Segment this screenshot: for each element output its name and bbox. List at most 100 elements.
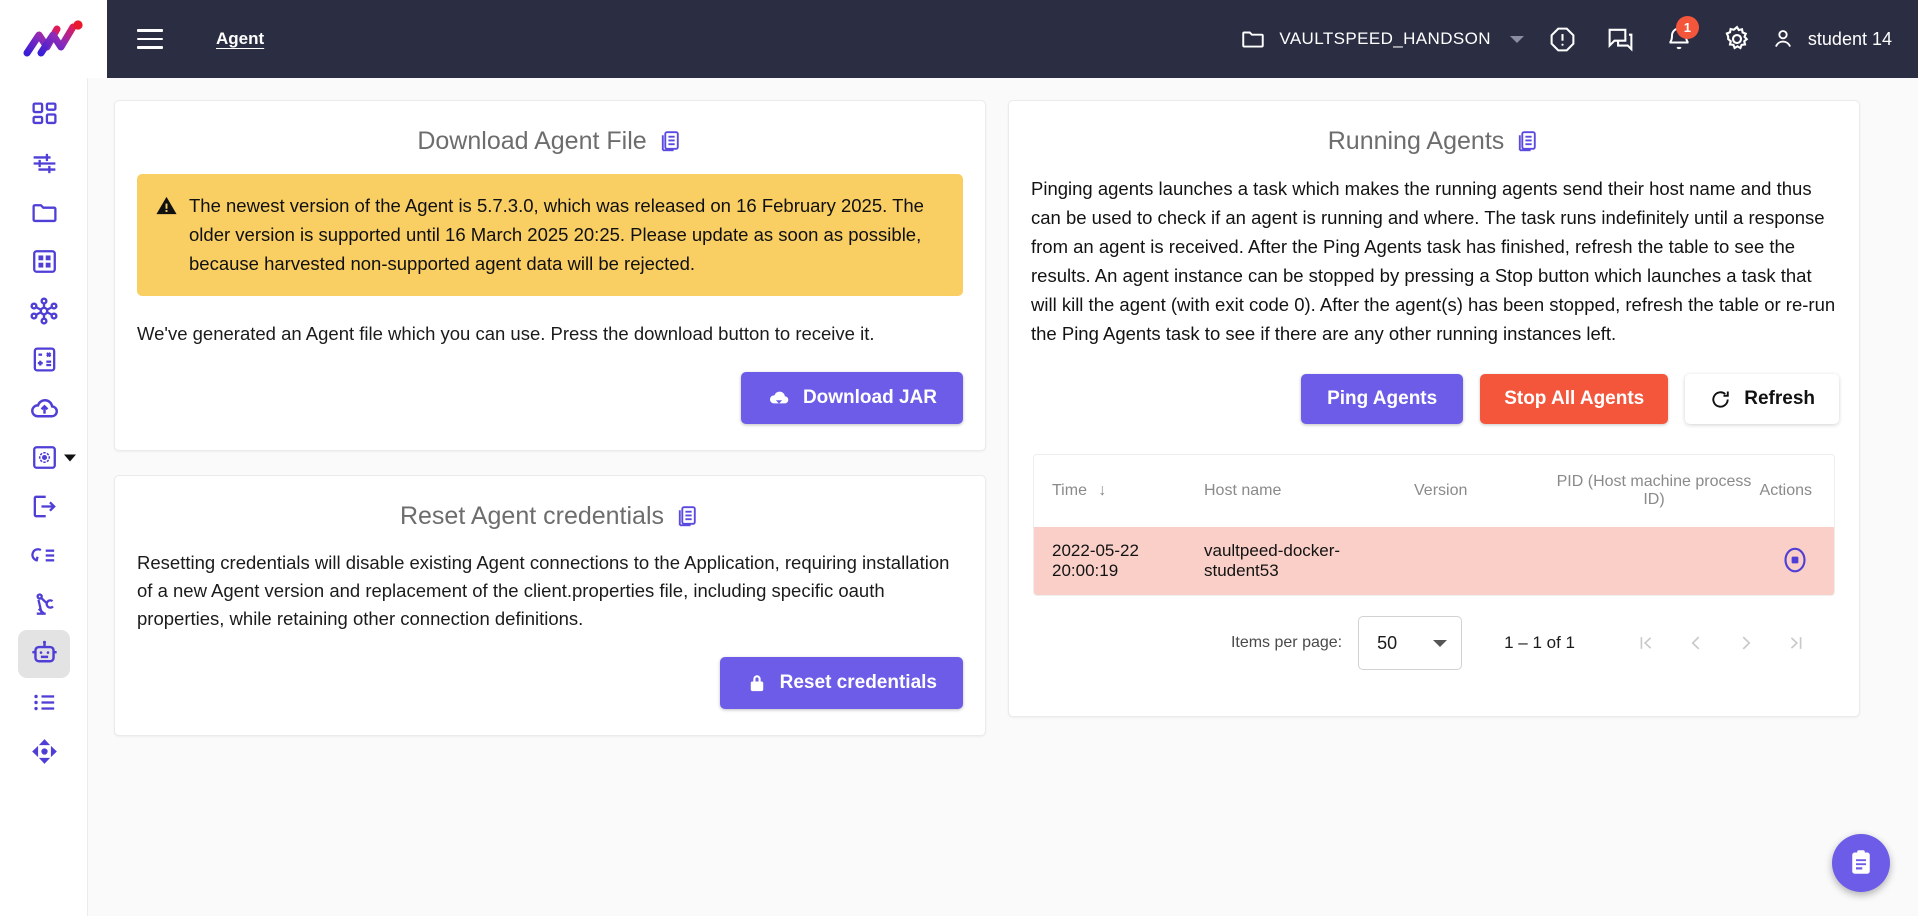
sidebar-item-admin[interactable] bbox=[0, 433, 88, 482]
project-selector[interactable]: VAULTSPEED_HANDSON bbox=[1230, 26, 1534, 52]
items-per-page-select[interactable]: 50 bbox=[1358, 616, 1463, 670]
gear-icon bbox=[1725, 25, 1749, 50]
agent-version-warning: The newest version of the Agent is 5.7.3… bbox=[137, 174, 963, 296]
sidebar-item-deployments[interactable] bbox=[0, 384, 88, 433]
sidebar-item-export[interactable] bbox=[0, 482, 88, 531]
ping-agents-button[interactable]: Ping Agents bbox=[1301, 374, 1464, 424]
sidebar bbox=[0, 78, 88, 916]
sidebar-item-logs[interactable] bbox=[0, 678, 88, 727]
sidebar-item-tables[interactable] bbox=[0, 237, 88, 286]
hamburger-menu-icon[interactable] bbox=[129, 18, 171, 60]
ping-agents-label: Ping Agents bbox=[1327, 388, 1438, 409]
move-arrows-icon bbox=[31, 739, 57, 764]
top-bar: Agent VAULTSPEED_HANDSON 1 student 14 bbox=[0, 0, 1918, 78]
download-card-title-text: Download Agent File bbox=[417, 127, 647, 155]
running-agents-body: Pinging agents launches a task which mak… bbox=[1009, 174, 1859, 716]
table-row[interactable]: 2022-05-22 20:00:19 vaultpeed-docker-stu… bbox=[1034, 527, 1834, 595]
column-header-actions: Actions bbox=[1759, 482, 1812, 499]
sidebar-item-task-list[interactable] bbox=[0, 531, 88, 580]
table-header-row: Time ↓ Host name Version PID (Host machi… bbox=[1034, 455, 1834, 527]
document-info-icon[interactable] bbox=[658, 129, 683, 154]
sidebar-item-data-vault[interactable] bbox=[0, 286, 88, 335]
top-bar-content: Agent VAULTSPEED_HANDSON 1 student 14 bbox=[107, 0, 1918, 78]
project-name: VAULTSPEED_HANDSON bbox=[1279, 29, 1491, 48]
items-per-page-label: Items per page: bbox=[1230, 634, 1343, 651]
download-agent-file-card: Download Agent File The newest version o… bbox=[114, 100, 986, 451]
robot-arm-icon bbox=[35, 593, 54, 615]
running-agents-table-wrapper: Time ↓ Host name Version PID (Host machi… bbox=[1033, 454, 1835, 596]
chat-icon bbox=[1609, 28, 1633, 52]
chevron-down-icon[interactable] bbox=[64, 454, 76, 461]
user-name: student 14 bbox=[1807, 28, 1892, 49]
sidebar-item-calculations[interactable] bbox=[0, 335, 88, 384]
alerts-button[interactable] bbox=[1534, 10, 1592, 68]
calculator-icon bbox=[33, 347, 55, 372]
stop-all-agents-button[interactable]: Stop All Agents bbox=[1480, 374, 1669, 424]
previous-page-button[interactable] bbox=[1671, 621, 1721, 665]
table-paginator: Items per page: 50 1 – 1 of 1 bbox=[1023, 596, 1845, 694]
sidebar-item-dashboard[interactable] bbox=[0, 90, 88, 139]
download-button-row: Download JAR bbox=[137, 372, 963, 424]
sidebar-item-automation[interactable] bbox=[0, 580, 88, 629]
document-info-icon[interactable] bbox=[1515, 129, 1540, 154]
cell-version bbox=[1414, 527, 1554, 595]
sidebar-item-agent[interactable] bbox=[0, 629, 88, 678]
app-logo[interactable] bbox=[0, 0, 107, 78]
last-page-button[interactable] bbox=[1771, 621, 1821, 665]
document-info-icon[interactable] bbox=[675, 504, 700, 529]
sort-descending-icon: ↓ bbox=[1098, 482, 1107, 499]
sidebar-item-configuration[interactable] bbox=[0, 139, 88, 188]
nav-title-agent[interactable]: Agent bbox=[216, 29, 264, 49]
reset-card-title-text: Reset Agent credentials bbox=[399, 502, 665, 530]
folder-icon bbox=[1242, 31, 1265, 48]
dashboard-grid-icon bbox=[31, 102, 57, 125]
prev-page-icon bbox=[1691, 636, 1700, 650]
main-content: Download Agent File The newest version o… bbox=[88, 78, 1918, 916]
notifications-button[interactable]: 1 bbox=[1650, 10, 1708, 68]
reset-credentials-label: Reset credentials bbox=[779, 672, 937, 693]
cell-time: 2022-05-22 20:00:19 bbox=[1052, 541, 1139, 580]
running-agents-table: Time ↓ Host name Version PID (Host machi… bbox=[1034, 455, 1834, 595]
stop-circle-icon bbox=[1784, 547, 1806, 572]
reset-instructions: Resetting credentials will disable exist… bbox=[137, 552, 950, 629]
column-header-host[interactable]: Host name bbox=[1204, 455, 1414, 527]
refresh-button[interactable]: Refresh bbox=[1685, 374, 1839, 424]
left-column: Download Agent File The newest version o… bbox=[114, 100, 986, 736]
sidebar-item-migrations[interactable] bbox=[0, 727, 88, 776]
column-header-time-label: Time bbox=[1052, 482, 1087, 499]
task-list-fab[interactable] bbox=[1832, 834, 1890, 892]
person-icon bbox=[1775, 30, 1791, 47]
cell-pid bbox=[1554, 527, 1754, 595]
running-agents-card: Running Agents Pinging agents launches a… bbox=[1008, 100, 1860, 717]
user-menu[interactable]: student 14 bbox=[1766, 26, 1892, 52]
column-header-version[interactable]: Version bbox=[1414, 455, 1554, 527]
next-page-icon bbox=[1742, 636, 1751, 650]
chevron-down-icon bbox=[1509, 35, 1524, 43]
download-jar-button[interactable]: Download JAR bbox=[740, 372, 963, 424]
running-agents-actions: Ping Agents Stop All Agents Refresh bbox=[1023, 374, 1845, 424]
export-arrow-icon bbox=[33, 495, 56, 518]
column-header-time[interactable]: Time ↓ bbox=[1034, 455, 1204, 527]
refresh-list-icon bbox=[30, 548, 54, 562]
warning-triangle-icon bbox=[156, 196, 177, 215]
first-page-button[interactable] bbox=[1621, 621, 1671, 665]
settings-button[interactable] bbox=[1708, 10, 1766, 68]
cloud-download-icon bbox=[769, 391, 789, 404]
chat-button[interactable] bbox=[1592, 10, 1650, 68]
sliders-icon bbox=[33, 153, 55, 174]
download-card-title: Download Agent File bbox=[115, 101, 985, 174]
reset-credentials-button[interactable]: Reset credentials bbox=[719, 657, 963, 709]
cloud-upload-icon bbox=[30, 399, 58, 418]
next-page-button[interactable] bbox=[1721, 621, 1771, 665]
page-range-label: 1 – 1 of 1 bbox=[1504, 633, 1575, 652]
sidebar-item-projects[interactable] bbox=[0, 188, 88, 237]
right-column: Running Agents Pinging agents launches a… bbox=[1008, 100, 1860, 717]
reset-agent-credentials-card: Reset Agent credentials Resetting creden… bbox=[114, 475, 986, 736]
refresh-icon bbox=[1712, 390, 1729, 408]
column-header-pid[interactable]: PID (Host machine process ID) bbox=[1554, 455, 1754, 527]
agent-robot-icon bbox=[31, 640, 57, 663]
stop-agent-button[interactable] bbox=[1778, 543, 1812, 577]
stop-all-agents-label: Stop All Agents bbox=[1504, 388, 1645, 409]
folder-icon bbox=[31, 204, 57, 223]
top-bar-actions: VAULTSPEED_HANDSON 1 student 14 bbox=[1230, 10, 1892, 68]
